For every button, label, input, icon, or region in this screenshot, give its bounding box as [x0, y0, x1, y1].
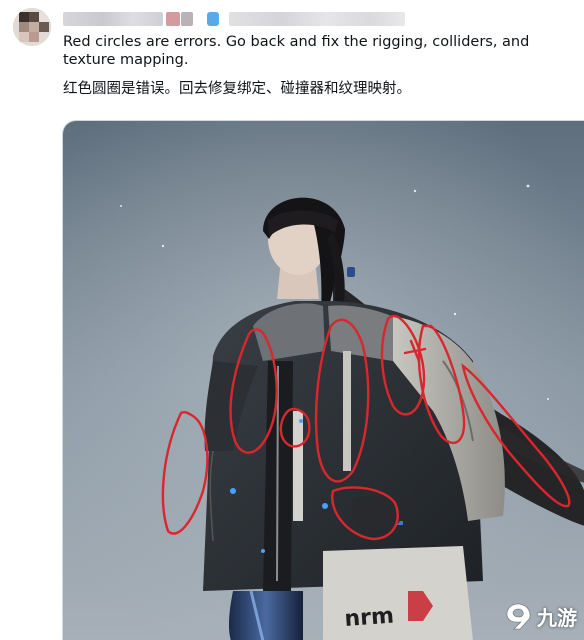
character-render-image: nrm [63, 121, 584, 640]
tweet-text-en: Red circles are errors. Go back and fix … [63, 34, 530, 68]
user-handle-blurred[interactable] [229, 12, 405, 26]
name-pixel-red [166, 12, 180, 26]
9you-logo-icon [506, 603, 531, 630]
user-avatar[interactable] [13, 8, 51, 46]
jacket-text: nrm [344, 604, 395, 632]
tweet-text-zh: 红色圆圈是错误。回去修复绑定、碰撞器和纹理映射。 [63, 81, 411, 97]
name-pixel-grey [181, 12, 193, 26]
user-name-blurred[interactable] [63, 12, 163, 26]
watermark-text: 九游 [537, 605, 577, 630]
site-watermark: 九游 [503, 601, 577, 631]
tweet-media-image[interactable]: nrm 九游 [62, 120, 584, 640]
verified-badge-icon [207, 12, 219, 26]
tweet-card: Red circles are errors. Go back and fix … [0, 0, 584, 640]
